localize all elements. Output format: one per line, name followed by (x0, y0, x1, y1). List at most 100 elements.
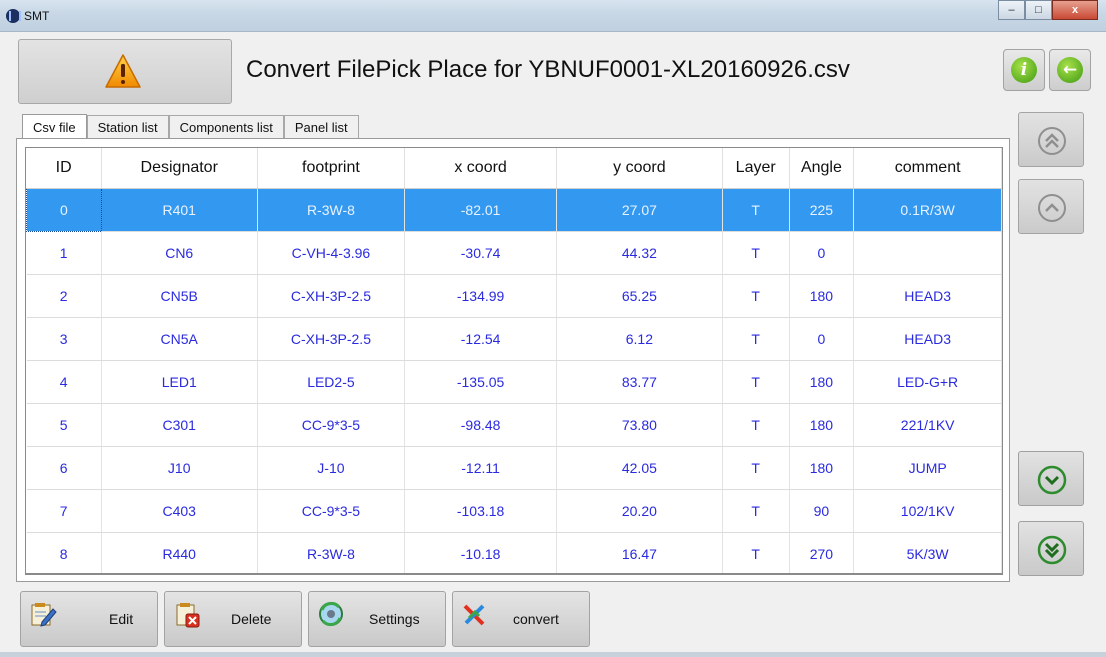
cell-designator[interactable]: CN6 (101, 231, 258, 275)
csv-data-grid[interactable]: ID Designator footprint x coord y coord … (25, 147, 1003, 575)
cell-layer[interactable]: T (722, 231, 790, 275)
table-row[interactable]: 8 R440 R-3W-8 -10.18 16.47 T 270 5K/3W (26, 532, 1002, 573)
back-button[interactable]: ← (1049, 49, 1091, 91)
cell-footprint[interactable]: R-3W-8 (257, 532, 406, 573)
cell-comment[interactable] (853, 231, 1002, 275)
cell-x-coord[interactable]: -30.74 (404, 231, 557, 275)
cell-y-coord[interactable]: 27.07 (556, 188, 723, 232)
table-row[interactable]: 4 LED1 LED2-5 -135.05 83.77 T 180 LED-G+R (26, 360, 1002, 404)
cell-footprint[interactable]: C-VH-4-3.96 (257, 231, 406, 275)
cell-angle[interactable]: 225 (789, 188, 855, 232)
cell-angle[interactable]: 180 (789, 446, 855, 490)
info-button[interactable]: i (1003, 49, 1045, 91)
tab-csv-file[interactable]: Csv file (22, 114, 87, 139)
cell-id[interactable]: 5 (26, 403, 102, 447)
cell-designator[interactable]: R440 (101, 532, 258, 573)
cell-comment[interactable]: 5K/3W (853, 532, 1002, 573)
cell-y-coord[interactable]: 44.32 (556, 231, 723, 275)
cell-footprint[interactable]: R-3W-8 (257, 188, 406, 232)
cell-footprint[interactable]: J-10 (257, 446, 406, 490)
cell-id[interactable]: 0 (26, 187, 102, 232)
cell-y-coord[interactable]: 6.12 (556, 317, 723, 361)
cell-comment[interactable]: 221/1KV (853, 403, 1002, 447)
last-record-button[interactable] (1018, 521, 1084, 576)
cell-comment[interactable]: JUMP (853, 446, 1002, 490)
cell-x-coord[interactable]: -135.05 (404, 360, 557, 404)
cell-designator[interactable]: R401 (101, 188, 258, 232)
tab-panel-list[interactable]: Panel list (283, 115, 359, 139)
cell-layer[interactable]: T (722, 274, 790, 318)
table-row[interactable]: 7 C403 CC-9*3-5 -103.18 20.20 T 90 102/1KV (26, 489, 1002, 533)
cell-designator[interactable]: CN5B (101, 274, 258, 318)
cell-footprint[interactable]: C-XH-3P-2.5 (257, 274, 406, 318)
cell-comment[interactable]: 102/1KV (853, 489, 1002, 533)
cell-footprint[interactable]: LED2-5 (257, 360, 406, 404)
cell-footprint[interactable]: C-XH-3P-2.5 (257, 317, 406, 361)
cell-id[interactable]: 6 (26, 446, 102, 490)
cell-id[interactable]: 8 (26, 532, 102, 573)
column-header-y-coord[interactable]: y coord (556, 148, 723, 189)
column-header-comment[interactable]: comment (853, 148, 1002, 189)
tab-components-list[interactable]: Components list (168, 115, 284, 139)
column-header-footprint[interactable]: footprint (257, 148, 406, 189)
cell-x-coord[interactable]: -12.54 (404, 317, 557, 361)
cell-angle[interactable]: 180 (789, 403, 855, 447)
cell-layer[interactable]: T (722, 446, 790, 490)
previous-record-button[interactable] (1018, 179, 1084, 234)
cell-comment[interactable]: HEAD3 (853, 317, 1002, 361)
cell-y-coord[interactable]: 65.25 (556, 274, 723, 318)
cell-angle[interactable]: 0 (789, 231, 855, 275)
cell-id[interactable]: 1 (26, 231, 102, 275)
cell-designator[interactable]: C403 (101, 489, 258, 533)
cell-designator[interactable]: LED1 (101, 360, 258, 404)
convert-button[interactable]: convert (452, 591, 590, 647)
column-header-id[interactable]: ID (26, 148, 102, 189)
close-button[interactable]: x (1052, 0, 1098, 20)
cell-layer[interactable]: T (722, 317, 790, 361)
cell-y-coord[interactable]: 83.77 (556, 360, 723, 404)
cell-id[interactable]: 2 (26, 274, 102, 318)
cell-comment[interactable]: LED-G+R (853, 360, 1002, 404)
tab-station-list[interactable]: Station list (86, 115, 169, 139)
column-header-x-coord[interactable]: x coord (404, 148, 557, 189)
cell-designator[interactable]: C301 (101, 403, 258, 447)
cell-y-coord[interactable]: 42.05 (556, 446, 723, 490)
settings-button[interactable]: Settings (308, 591, 446, 647)
next-record-button[interactable] (1018, 451, 1084, 506)
cell-y-coord[interactable]: 73.80 (556, 403, 723, 447)
cell-footprint[interactable]: CC-9*3-5 (257, 403, 406, 447)
cell-comment[interactable]: HEAD3 (853, 274, 1002, 318)
cell-footprint[interactable]: CC-9*3-5 (257, 489, 406, 533)
column-header-layer[interactable]: Layer (722, 148, 790, 189)
cell-id[interactable]: 3 (26, 317, 102, 361)
minimize-button[interactable]: – (998, 0, 1025, 20)
cell-layer[interactable]: T (722, 532, 790, 573)
cell-x-coord[interactable]: -82.01 (404, 188, 557, 232)
cell-layer[interactable]: T (722, 403, 790, 447)
cell-angle[interactable]: 270 (789, 532, 855, 573)
cell-layer[interactable]: T (722, 489, 790, 533)
cell-designator[interactable]: CN5A (101, 317, 258, 361)
cell-comment[interactable]: 0.1R/3W (853, 188, 1002, 232)
table-row[interactable]: 2 CN5B C-XH-3P-2.5 -134.99 65.25 T 180 HEAD3 (26, 274, 1002, 318)
cell-angle[interactable]: 0 (789, 317, 855, 361)
cell-layer[interactable]: T (722, 188, 790, 232)
table-row[interactable]: 0 R401 R-3W-8 -82.01 27.07 T 225 0.1R/3W (26, 187, 1002, 232)
table-row[interactable]: 5 C301 CC-9*3-5 -98.48 73.80 T 180 221/1KV (26, 403, 1002, 447)
delete-button[interactable]: Delete (164, 591, 302, 647)
cell-x-coord[interactable]: -103.18 (404, 489, 557, 533)
column-header-designator[interactable]: Designator (101, 148, 258, 189)
cell-designator[interactable]: J10 (101, 446, 258, 490)
table-row[interactable]: 1 CN6 C-VH-4-3.96 -30.74 44.32 T 0 (26, 231, 1002, 275)
table-row[interactable]: 6 J10 J-10 -12.11 42.05 T 180 JUMP (26, 446, 1002, 490)
cell-id[interactable]: 7 (26, 489, 102, 533)
cell-y-coord[interactable]: 16.47 (556, 532, 723, 573)
cell-x-coord[interactable]: -12.11 (404, 446, 557, 490)
cell-x-coord[interactable]: -10.18 (404, 532, 557, 573)
table-row[interactable]: 3 CN5A C-XH-3P-2.5 -12.54 6.12 T 0 HEAD3 (26, 317, 1002, 361)
cell-angle[interactable]: 180 (789, 274, 855, 318)
cell-x-coord[interactable]: -134.99 (404, 274, 557, 318)
cell-x-coord[interactable]: -98.48 (404, 403, 557, 447)
cell-layer[interactable]: T (722, 360, 790, 404)
first-record-button[interactable] (1018, 112, 1084, 167)
